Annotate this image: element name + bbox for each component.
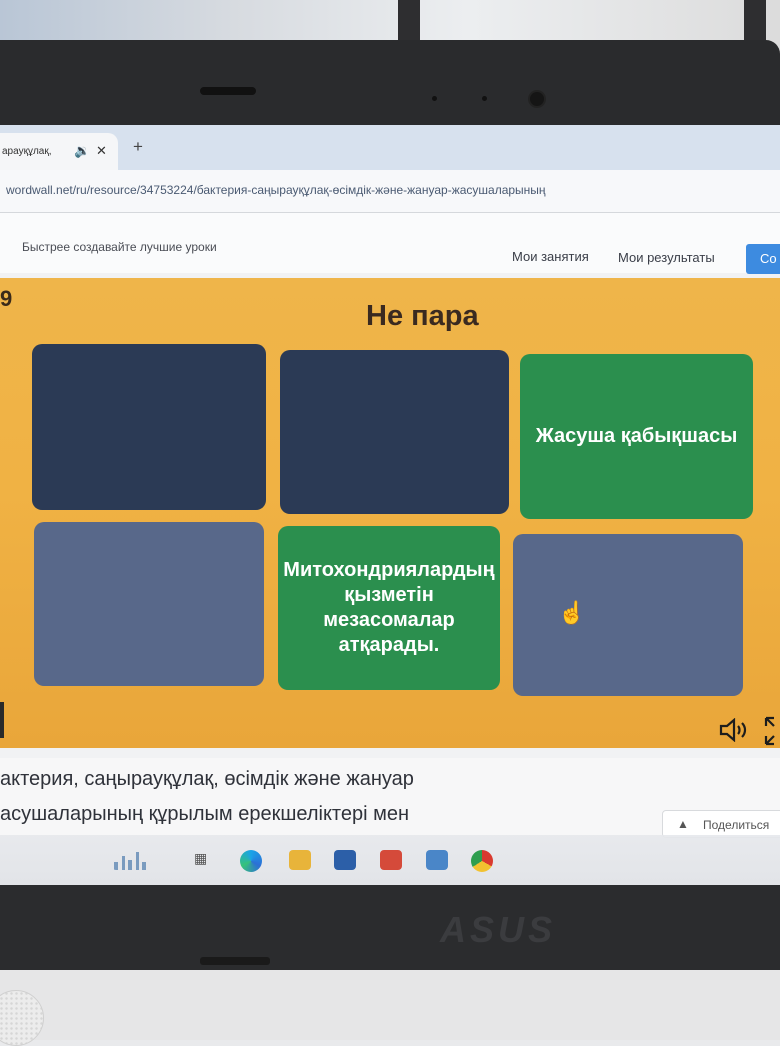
address-bar[interactable]: wordwall.net/ru/resource/34753224/бактер… — [0, 170, 780, 213]
create-button[interactable]: Со — [746, 244, 780, 274]
card-3[interactable]: Жасуша қабықшасы — [520, 354, 753, 519]
desk-surface — [0, 970, 780, 1046]
card-text: Митохондриялардың қызметін мезасомалар а… — [283, 559, 495, 656]
laptop-bezel-bottom: ASUS — [0, 885, 780, 970]
game-title: Не пара — [366, 300, 479, 332]
edge-icon[interactable] — [240, 850, 262, 872]
mail-icon[interactable] — [334, 850, 356, 870]
site-header: Быстрее создавайте лучшие уроки Мои заня… — [0, 213, 780, 274]
card-text: Жасуша қабықшасы — [535, 425, 738, 447]
mouse-cursor-icon: ☝ — [558, 600, 586, 625]
nav-my-activities[interactable]: Мои занятия — [512, 249, 589, 264]
bezel-notch — [200, 957, 270, 965]
taskbar: ▦ — [0, 835, 780, 885]
close-icon[interactable]: ✕ — [96, 143, 107, 159]
photos-icon[interactable] — [426, 850, 448, 870]
card-6[interactable] — [513, 534, 743, 696]
person-icon: ▲ — [677, 817, 689, 831]
fullscreen-icon[interactable] — [764, 716, 780, 751]
new-tab-button[interactable]: + — [133, 137, 143, 157]
laptop-bezel-top — [0, 40, 780, 135]
share-label: Поделиться — [703, 818, 770, 832]
laptop-screen: арауқұлақ, 🔉 ✕ + wordwall.net/ru/resourc… — [0, 125, 780, 885]
card-5[interactable]: Митохондриялардың қызметін мезасомалар а… — [278, 526, 500, 690]
sound-icon[interactable] — [718, 717, 750, 747]
card-1[interactable] — [32, 344, 266, 510]
browser-tab-strip: арауқұлақ, 🔉 ✕ + — [0, 125, 780, 170]
url-text[interactable]: wordwall.net/ru/resource/34753224/бактер… — [6, 183, 546, 197]
office-icon[interactable] — [380, 850, 402, 870]
task-view-icon[interactable]: ▦ — [194, 850, 216, 870]
file-explorer-icon[interactable] — [289, 850, 311, 870]
match-counter: 9 — [0, 286, 13, 311]
sensor-dot — [432, 96, 437, 101]
side-handle[interactable] — [0, 702, 4, 738]
site-tagline: Быстрее создавайте лучшие уроки — [22, 240, 217, 254]
speaker-icon[interactable]: 🔉 — [74, 143, 90, 159]
bezel-notch — [200, 87, 256, 95]
card-4[interactable] — [34, 522, 264, 686]
description-line: асушаларының құрылым ерекшеліктері мен — [0, 803, 410, 825]
card-2[interactable] — [280, 350, 509, 514]
chrome-icon[interactable] — [471, 850, 493, 872]
nav-my-results[interactable]: Мои результаты — [618, 250, 715, 265]
share-button[interactable]: ▲ Поделиться — [662, 810, 780, 838]
brand-logo: ASUS — [440, 909, 557, 950]
game-board: 9 Не пара Жасуша қабықшасы Митохондрияла… — [0, 278, 780, 748]
tab-title: арауқұлақ, — [2, 146, 52, 157]
description-line: актерия, саңырауқұлақ, өсімдік және жану… — [0, 768, 414, 790]
sensor-dot — [482, 96, 487, 101]
browser-tab[interactable]: арауқұлақ, 🔉 ✕ — [0, 133, 118, 170]
widgets-icon[interactable] — [112, 850, 162, 870]
speaker-grille — [0, 990, 44, 1046]
webcam — [528, 90, 546, 108]
